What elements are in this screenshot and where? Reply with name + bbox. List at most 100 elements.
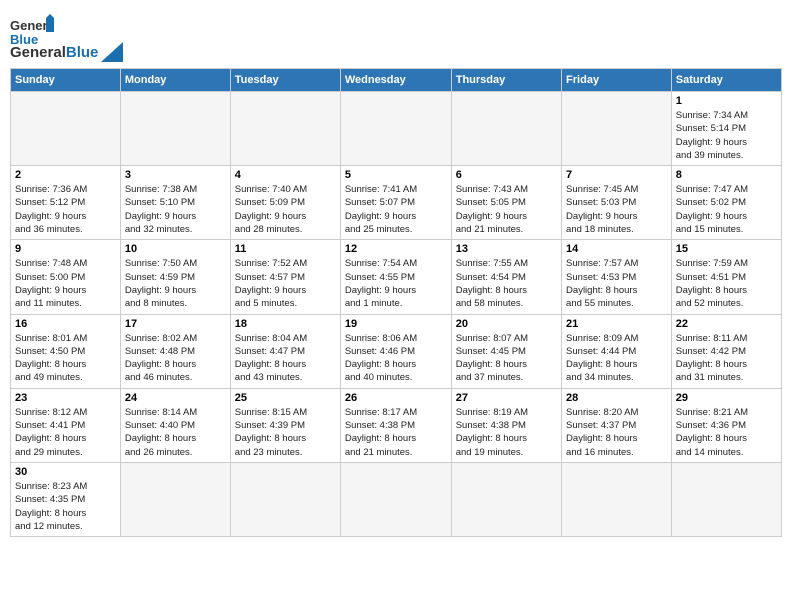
page-header: General Blue General Blue bbox=[10, 10, 782, 62]
day-info: Sunrise: 8:01 AM Sunset: 4:50 PM Dayligh… bbox=[15, 332, 116, 385]
calendar-cell: 13 Sunrise: 7:55 AM Sunset: 4:54 PM Dayli… bbox=[451, 240, 561, 314]
day-number: 26 bbox=[345, 392, 447, 404]
calendar-cell: 5 Sunrise: 7:41 AM Sunset: 5:07 PM Daylig… bbox=[340, 166, 451, 240]
week-row-2: 2Sunrise: 7:36 AM Sunset: 5:12 PM Daylig… bbox=[11, 166, 782, 240]
day-number: 25 bbox=[235, 392, 336, 404]
day-number: 19 bbox=[345, 318, 447, 330]
calendar-cell bbox=[120, 462, 230, 536]
calendar-cell bbox=[671, 462, 781, 536]
day-number: 1 bbox=[676, 95, 777, 107]
day-number: 11 bbox=[235, 243, 336, 255]
day-info: Sunrise: 8:02 AM Sunset: 4:48 PM Dayligh… bbox=[125, 332, 226, 385]
calendar-cell bbox=[230, 462, 340, 536]
calendar-cell: 10 Sunrise: 7:50 AM Sunset: 4:59 PM Dayli… bbox=[120, 240, 230, 314]
day-number: 28 bbox=[566, 392, 667, 404]
calendar-cell: 12Sunrise: 7:54 AM Sunset: 4:55 PM Dayli… bbox=[340, 240, 451, 314]
day-info: Sunrise: 8:07 AM Sunset: 4:45 PM Dayligh… bbox=[456, 332, 557, 385]
calendar-table: SundayMondayTuesdayWednesdayThursdayFrid… bbox=[10, 68, 782, 537]
calendar-cell bbox=[230, 92, 340, 166]
calendar-cell: 19 Sunrise: 8:06 AM Sunset: 4:46 PM Dayli… bbox=[340, 314, 451, 388]
week-row-6: 30Sunrise: 8:23 AM Sunset: 4:35 PM Dayli… bbox=[11, 462, 782, 536]
day-number: 20 bbox=[456, 318, 557, 330]
day-number: 13 bbox=[456, 243, 557, 255]
day-info: Sunrise: 7:57 AM Sunset: 4:53 PM Dayligh… bbox=[566, 257, 667, 310]
day-number: 9 bbox=[15, 243, 116, 255]
day-info: Sunrise: 8:06 AM Sunset: 4:46 PM Dayligh… bbox=[345, 332, 447, 385]
day-number: 4 bbox=[235, 169, 336, 181]
calendar-cell: 3 Sunrise: 7:38 AM Sunset: 5:10 PM Daylig… bbox=[120, 166, 230, 240]
logo-triangle-icon bbox=[101, 42, 123, 62]
day-info: Sunrise: 8:14 AM Sunset: 4:40 PM Dayligh… bbox=[125, 406, 226, 459]
day-info: Sunrise: 7:52 AM Sunset: 4:57 PM Dayligh… bbox=[235, 257, 336, 310]
day-number: 17 bbox=[125, 318, 226, 330]
day-number: 8 bbox=[676, 169, 777, 181]
calendar-cell: 15 Sunrise: 7:59 AM Sunset: 4:51 PM Dayli… bbox=[671, 240, 781, 314]
calendar-cell: 24Sunrise: 8:14 AM Sunset: 4:40 PM Dayli… bbox=[120, 388, 230, 462]
day-info: Sunrise: 7:54 AM Sunset: 4:55 PM Dayligh… bbox=[345, 257, 447, 310]
calendar-cell: 25Sunrise: 8:15 AM Sunset: 4:39 PM Dayli… bbox=[230, 388, 340, 462]
day-info: Sunrise: 7:59 AM Sunset: 4:51 PM Dayligh… bbox=[676, 257, 777, 310]
day-info: Sunrise: 8:09 AM Sunset: 4:44 PM Dayligh… bbox=[566, 332, 667, 385]
calendar-cell bbox=[11, 92, 121, 166]
logo-text-blue: Blue bbox=[66, 44, 99, 61]
day-number: 18 bbox=[235, 318, 336, 330]
day-number: 5 bbox=[345, 169, 447, 181]
weekday-header-row: SundayMondayTuesdayWednesdayThursdayFrid… bbox=[11, 69, 782, 92]
calendar-cell: 11 Sunrise: 7:52 AM Sunset: 4:57 PM Dayli… bbox=[230, 240, 340, 314]
weekday-header-wednesday: Wednesday bbox=[340, 69, 451, 92]
day-info: Sunrise: 7:48 AM Sunset: 5:00 PM Dayligh… bbox=[15, 257, 116, 310]
day-number: 10 bbox=[125, 243, 226, 255]
calendar-cell bbox=[120, 92, 230, 166]
day-number: 29 bbox=[676, 392, 777, 404]
weekday-header-sunday: Sunday bbox=[11, 69, 121, 92]
calendar-cell bbox=[451, 462, 561, 536]
day-info: Sunrise: 7:55 AM Sunset: 4:54 PM Dayligh… bbox=[456, 257, 557, 310]
day-info: Sunrise: 7:47 AM Sunset: 5:02 PM Dayligh… bbox=[676, 183, 777, 236]
calendar-cell bbox=[340, 92, 451, 166]
calendar-cell: 21 Sunrise: 8:09 AM Sunset: 4:44 PM Dayli… bbox=[562, 314, 672, 388]
day-info: Sunrise: 8:11 AM Sunset: 4:42 PM Dayligh… bbox=[676, 332, 777, 385]
day-number: 30 bbox=[15, 466, 116, 478]
calendar-cell: 14Sunrise: 7:57 AM Sunset: 4:53 PM Dayli… bbox=[562, 240, 672, 314]
calendar-cell bbox=[340, 462, 451, 536]
day-info: Sunrise: 7:34 AM Sunset: 5:14 PM Dayligh… bbox=[676, 109, 777, 162]
day-number: 16 bbox=[15, 318, 116, 330]
logo-text-general: General bbox=[10, 44, 66, 61]
day-number: 22 bbox=[676, 318, 777, 330]
day-info: Sunrise: 8:19 AM Sunset: 4:38 PM Dayligh… bbox=[456, 406, 557, 459]
calendar-cell: 18Sunrise: 8:04 AM Sunset: 4:47 PM Dayli… bbox=[230, 314, 340, 388]
calendar-cell: 1 Sunrise: 7:34 AM Sunset: 5:14 PM Daylig… bbox=[671, 92, 781, 166]
calendar-cell: 27 Sunrise: 8:19 AM Sunset: 4:38 PM Dayli… bbox=[451, 388, 561, 462]
calendar-cell: 2Sunrise: 7:36 AM Sunset: 5:12 PM Daylig… bbox=[11, 166, 121, 240]
day-info: Sunrise: 7:50 AM Sunset: 4:59 PM Dayligh… bbox=[125, 257, 226, 310]
calendar-cell bbox=[451, 92, 561, 166]
day-info: Sunrise: 7:41 AM Sunset: 5:07 PM Dayligh… bbox=[345, 183, 447, 236]
calendar-cell: 28 Sunrise: 8:20 AM Sunset: 4:37 PM Dayli… bbox=[562, 388, 672, 462]
day-info: Sunrise: 8:17 AM Sunset: 4:38 PM Dayligh… bbox=[345, 406, 447, 459]
week-row-3: 9 Sunrise: 7:48 AM Sunset: 5:00 PM Daylig… bbox=[11, 240, 782, 314]
day-info: Sunrise: 8:21 AM Sunset: 4:36 PM Dayligh… bbox=[676, 406, 777, 459]
week-row-5: 23Sunrise: 8:12 AM Sunset: 4:41 PM Dayli… bbox=[11, 388, 782, 462]
day-number: 23 bbox=[15, 392, 116, 404]
day-number: 7 bbox=[566, 169, 667, 181]
calendar-cell: 23Sunrise: 8:12 AM Sunset: 4:41 PM Dayli… bbox=[11, 388, 121, 462]
calendar-cell bbox=[562, 462, 672, 536]
calendar-cell: 16 Sunrise: 8:01 AM Sunset: 4:50 PM Dayli… bbox=[11, 314, 121, 388]
calendar-cell: 7Sunrise: 7:45 AM Sunset: 5:03 PM Daylig… bbox=[562, 166, 672, 240]
day-number: 3 bbox=[125, 169, 226, 181]
day-number: 15 bbox=[676, 243, 777, 255]
day-info: Sunrise: 7:38 AM Sunset: 5:10 PM Dayligh… bbox=[125, 183, 226, 236]
calendar-cell: 26 Sunrise: 8:17 AM Sunset: 4:38 PM Dayli… bbox=[340, 388, 451, 462]
day-number: 2 bbox=[15, 169, 116, 181]
day-number: 27 bbox=[456, 392, 557, 404]
day-info: Sunrise: 8:20 AM Sunset: 4:37 PM Dayligh… bbox=[566, 406, 667, 459]
weekday-header-friday: Friday bbox=[562, 69, 672, 92]
calendar-cell: 9 Sunrise: 7:48 AM Sunset: 5:00 PM Daylig… bbox=[11, 240, 121, 314]
calendar-cell: 29 Sunrise: 8:21 AM Sunset: 4:36 PM Dayli… bbox=[671, 388, 781, 462]
calendar-cell: 8 Sunrise: 7:47 AM Sunset: 5:02 PM Daylig… bbox=[671, 166, 781, 240]
day-number: 21 bbox=[566, 318, 667, 330]
week-row-4: 16 Sunrise: 8:01 AM Sunset: 4:50 PM Dayli… bbox=[11, 314, 782, 388]
logo: General Blue General Blue bbox=[10, 10, 123, 62]
day-number: 6 bbox=[456, 169, 557, 181]
weekday-header-tuesday: Tuesday bbox=[230, 69, 340, 92]
